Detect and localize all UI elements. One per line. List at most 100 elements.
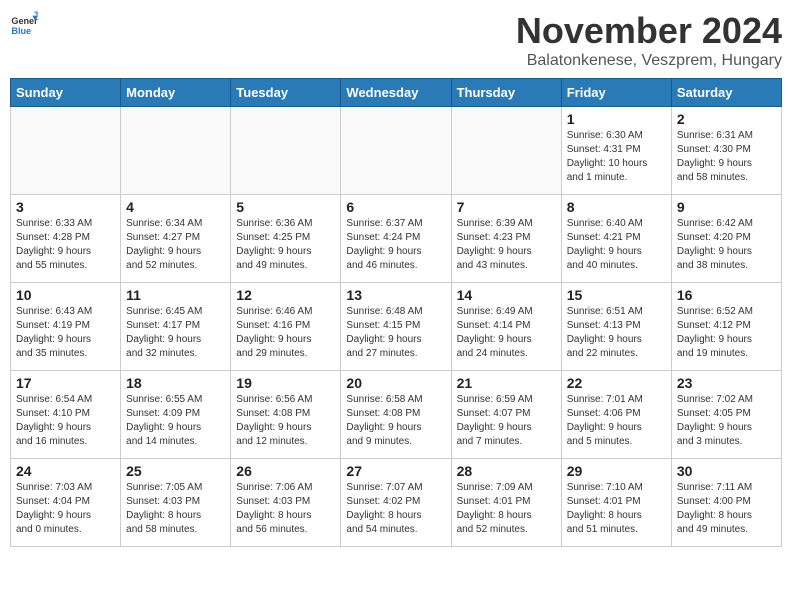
week-row-2: 3 Sunrise: 6:33 AM Sunset: 4:28 PM Daylig… xyxy=(11,195,782,283)
calendar-cell: 28 Sunrise: 7:09 AM Sunset: 4:01 PM Dayli… xyxy=(451,459,561,547)
day-info: Sunrise: 6:43 AM Sunset: 4:19 PM Dayligh… xyxy=(16,305,115,361)
calendar-cell: 10 Sunrise: 6:43 AM Sunset: 4:19 PM Dayli… xyxy=(11,283,121,371)
calendar-cell: 29 Sunrise: 7:10 AM Sunset: 4:01 PM Dayli… xyxy=(561,459,671,547)
day-number: 16 xyxy=(677,287,776,303)
calendar-cell: 23 Sunrise: 7:02 AM Sunset: 4:05 PM Dayli… xyxy=(671,371,781,459)
calendar-cell: 11 Sunrise: 6:45 AM Sunset: 4:17 PM Dayli… xyxy=(121,283,231,371)
day-info: Sunrise: 6:33 AM Sunset: 4:28 PM Dayligh… xyxy=(16,217,115,273)
day-info: Sunrise: 6:45 AM Sunset: 4:17 PM Dayligh… xyxy=(126,305,225,361)
calendar-cell: 9 Sunrise: 6:42 AM Sunset: 4:20 PM Daylig… xyxy=(671,195,781,283)
day-number: 3 xyxy=(16,199,115,215)
day-number: 20 xyxy=(346,375,445,391)
weekday-header-friday: Friday xyxy=(561,79,671,107)
calendar-cell: 6Sunrise: 6:37 AM Sunset: 4:24 PM Daylig… xyxy=(341,195,451,283)
calendar-cell: 15 Sunrise: 6:51 AM Sunset: 4:13 PM Dayli… xyxy=(561,283,671,371)
day-number: 9 xyxy=(677,199,776,215)
day-number: 7 xyxy=(457,199,556,215)
day-number: 25 xyxy=(126,463,225,479)
calendar-cell: 3 Sunrise: 6:33 AM Sunset: 4:28 PM Daylig… xyxy=(11,195,121,283)
day-number: 29 xyxy=(567,463,666,479)
day-number: 19 xyxy=(236,375,335,391)
day-number: 5 xyxy=(236,199,335,215)
day-number: 4 xyxy=(126,199,225,215)
day-info: Sunrise: 6:54 AM Sunset: 4:10 PM Dayligh… xyxy=(16,393,115,449)
day-info: Sunrise: 6:40 AM Sunset: 4:21 PM Dayligh… xyxy=(567,217,666,273)
day-info: Sunrise: 6:56 AM Sunset: 4:08 PM Dayligh… xyxy=(236,393,335,449)
day-info: Sunrise: 7:10 AM Sunset: 4:01 PM Dayligh… xyxy=(567,481,666,537)
calendar-cell: 26Sunrise: 7:06 AM Sunset: 4:03 PM Dayli… xyxy=(231,459,341,547)
day-info: Sunrise: 6:39 AM Sunset: 4:23 PM Dayligh… xyxy=(457,217,556,273)
day-number: 24 xyxy=(16,463,115,479)
day-number: 30 xyxy=(677,463,776,479)
weekday-header-tuesday: Tuesday xyxy=(231,79,341,107)
day-number: 6 xyxy=(346,199,445,215)
day-info: Sunrise: 6:48 AM Sunset: 4:15 PM Dayligh… xyxy=(346,305,445,361)
weekday-header-monday: Monday xyxy=(121,79,231,107)
calendar-cell xyxy=(451,107,561,195)
week-row-1: 1 Sunrise: 6:30 AM Sunset: 4:31 PM Daylig… xyxy=(11,107,782,195)
day-number: 12 xyxy=(236,287,335,303)
day-info: Sunrise: 6:30 AM Sunset: 4:31 PM Dayligh… xyxy=(567,129,666,185)
logo: General Blue xyxy=(10,10,38,38)
title-area: November 2024 Balatonkenese, Veszprem, H… xyxy=(516,10,782,70)
day-info: Sunrise: 7:06 AM Sunset: 4:03 PM Dayligh… xyxy=(236,481,335,537)
day-info: Sunrise: 6:49 AM Sunset: 4:14 PM Dayligh… xyxy=(457,305,556,361)
day-number: 11 xyxy=(126,287,225,303)
day-info: Sunrise: 7:11 AM Sunset: 4:00 PM Dayligh… xyxy=(677,481,776,537)
day-info: Sunrise: 6:34 AM Sunset: 4:27 PM Dayligh… xyxy=(126,217,225,273)
weekday-header-row: SundayMondayTuesdayWednesdayThursdayFrid… xyxy=(11,79,782,107)
calendar-cell: 19 Sunrise: 6:56 AM Sunset: 4:08 PM Dayli… xyxy=(231,371,341,459)
day-number: 22 xyxy=(567,375,666,391)
weekday-header-sunday: Sunday xyxy=(11,79,121,107)
day-info: Sunrise: 7:09 AM Sunset: 4:01 PM Dayligh… xyxy=(457,481,556,537)
day-number: 8 xyxy=(567,199,666,215)
calendar-cell: 22Sunrise: 7:01 AM Sunset: 4:06 PM Dayli… xyxy=(561,371,671,459)
day-info: Sunrise: 6:42 AM Sunset: 4:20 PM Dayligh… xyxy=(677,217,776,273)
calendar-cell: 30 Sunrise: 7:11 AM Sunset: 4:00 PM Dayli… xyxy=(671,459,781,547)
logo-icon: General Blue xyxy=(10,10,38,38)
calendar-cell: 2 Sunrise: 6:31 AM Sunset: 4:30 PM Daylig… xyxy=(671,107,781,195)
day-number: 2 xyxy=(677,111,776,127)
calendar-cell: 5 Sunrise: 6:36 AM Sunset: 4:25 PM Daylig… xyxy=(231,195,341,283)
calendar-cell: 1 Sunrise: 6:30 AM Sunset: 4:31 PM Daylig… xyxy=(561,107,671,195)
day-info: Sunrise: 6:59 AM Sunset: 4:07 PM Dayligh… xyxy=(457,393,556,449)
calendar-cell xyxy=(11,107,121,195)
day-number: 21 xyxy=(457,375,556,391)
day-number: 1 xyxy=(567,111,666,127)
day-info: Sunrise: 6:55 AM Sunset: 4:09 PM Dayligh… xyxy=(126,393,225,449)
day-number: 15 xyxy=(567,287,666,303)
calendar-cell: 16 Sunrise: 6:52 AM Sunset: 4:12 PM Dayli… xyxy=(671,283,781,371)
day-number: 10 xyxy=(16,287,115,303)
day-number: 23 xyxy=(677,375,776,391)
day-number: 17 xyxy=(16,375,115,391)
day-info: Sunrise: 6:31 AM Sunset: 4:30 PM Dayligh… xyxy=(677,129,776,185)
calendar-cell: 24Sunrise: 7:03 AM Sunset: 4:04 PM Dayli… xyxy=(11,459,121,547)
calendar-cell xyxy=(231,107,341,195)
day-number: 13 xyxy=(346,287,445,303)
day-number: 27 xyxy=(346,463,445,479)
weekday-header-wednesday: Wednesday xyxy=(341,79,451,107)
calendar-cell: 20Sunrise: 6:58 AM Sunset: 4:08 PM Dayli… xyxy=(341,371,451,459)
calendar-cell: 14Sunrise: 6:49 AM Sunset: 4:14 PM Dayli… xyxy=(451,283,561,371)
calendar-cell xyxy=(121,107,231,195)
weekday-header-saturday: Saturday xyxy=(671,79,781,107)
calendar-cell: 7 Sunrise: 6:39 AM Sunset: 4:23 PM Daylig… xyxy=(451,195,561,283)
calendar-cell: 21 Sunrise: 6:59 AM Sunset: 4:07 PM Dayli… xyxy=(451,371,561,459)
day-info: Sunrise: 6:52 AM Sunset: 4:12 PM Dayligh… xyxy=(677,305,776,361)
day-info: Sunrise: 7:02 AM Sunset: 4:05 PM Dayligh… xyxy=(677,393,776,449)
day-info: Sunrise: 6:46 AM Sunset: 4:16 PM Dayligh… xyxy=(236,305,335,361)
calendar-cell: 27Sunrise: 7:07 AM Sunset: 4:02 PM Dayli… xyxy=(341,459,451,547)
day-number: 28 xyxy=(457,463,556,479)
week-row-3: 10 Sunrise: 6:43 AM Sunset: 4:19 PM Dayli… xyxy=(11,283,782,371)
calendar-cell xyxy=(341,107,451,195)
week-row-5: 24Sunrise: 7:03 AM Sunset: 4:04 PM Dayli… xyxy=(11,459,782,547)
week-row-4: 17 Sunrise: 6:54 AM Sunset: 4:10 PM Dayli… xyxy=(11,371,782,459)
header: General Blue November 2024 Balatonkenese… xyxy=(10,10,782,70)
calendar-cell: 17 Sunrise: 6:54 AM Sunset: 4:10 PM Dayli… xyxy=(11,371,121,459)
calendar-cell: 8 Sunrise: 6:40 AM Sunset: 4:21 PM Daylig… xyxy=(561,195,671,283)
calendar-cell: 25Sunrise: 7:05 AM Sunset: 4:03 PM Dayli… xyxy=(121,459,231,547)
day-info: Sunrise: 6:36 AM Sunset: 4:25 PM Dayligh… xyxy=(236,217,335,273)
calendar-cell: 18Sunrise: 6:55 AM Sunset: 4:09 PM Dayli… xyxy=(121,371,231,459)
calendar-cell: 13 Sunrise: 6:48 AM Sunset: 4:15 PM Dayli… xyxy=(341,283,451,371)
day-info: Sunrise: 6:51 AM Sunset: 4:13 PM Dayligh… xyxy=(567,305,666,361)
